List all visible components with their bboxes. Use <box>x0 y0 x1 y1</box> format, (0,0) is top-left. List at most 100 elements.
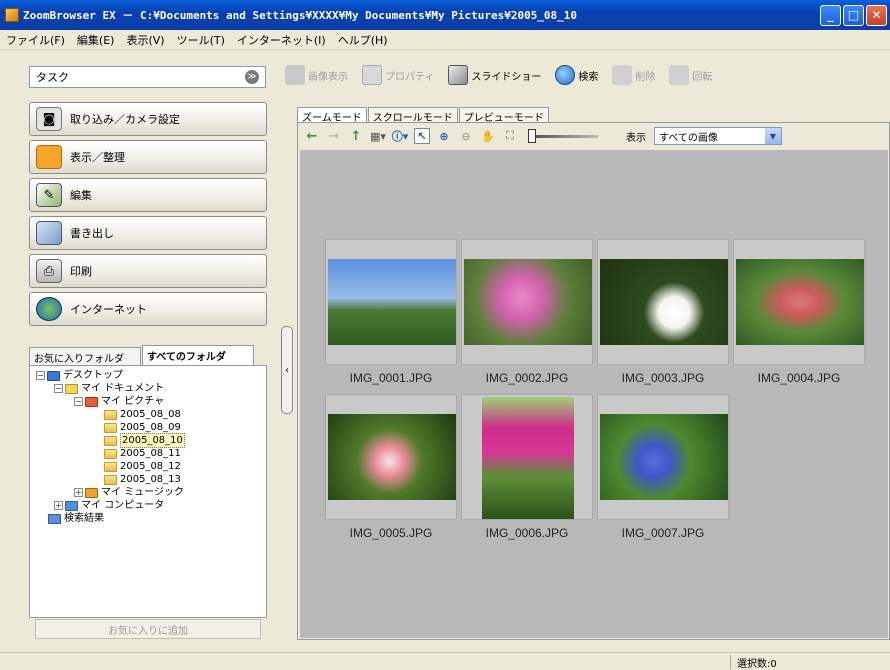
trash-icon <box>612 65 633 85</box>
zoom-slider-thumb[interactable] <box>528 129 536 143</box>
tab-favorite-folders[interactable]: お気に入りフォルダ <box>29 347 141 365</box>
slideshow-label: スライドショー <box>471 71 542 83</box>
hand-tool-icon[interactable]: ✋ <box>480 128 496 144</box>
tree-item-desktop[interactable]: − デスクトップ <box>32 369 264 382</box>
zoom-slider[interactable] <box>528 129 598 143</box>
tree-item-folder[interactable]: 2005_08_11 <box>32 447 264 460</box>
thumbnail-caption: IMG_0007.JPG <box>621 526 705 540</box>
task-print-button[interactable]: ⎙ 印刷 <box>29 254 267 288</box>
task-label: インターネット <box>70 303 147 316</box>
collapse-icon[interactable]: − <box>36 371 45 380</box>
tree-label: 2005_08_11 <box>120 448 181 459</box>
collapse-icon[interactable]: − <box>74 397 83 406</box>
tab-scroll-mode[interactable]: スクロールモード <box>367 107 458 124</box>
delete-button[interactable]: 削除 <box>612 65 655 85</box>
task-internet-button[interactable]: インターネット <box>29 292 267 326</box>
thumbnail-item[interactable]: IMG_0003.JPG <box>597 239 729 385</box>
view-image-icon <box>285 65 305 85</box>
tab-zoom-mode[interactable]: ズームモード <box>297 107 367 124</box>
tree-item-my-pictures[interactable]: − マイ ピクチャ <box>32 395 264 408</box>
music-folder-icon <box>85 487 98 498</box>
menu-help[interactable]: ヘルプ(H) <box>332 32 394 48</box>
minimize-button[interactable]: _ <box>820 4 841 26</box>
select-menu-icon[interactable]: ▦▾ <box>370 128 386 144</box>
rotate-icon <box>669 65 690 85</box>
thumbnail-caption: IMG_0002.JPG <box>485 371 569 385</box>
tree-item-my-documents[interactable]: − マイ ドキュメント <box>32 382 264 395</box>
task-import-button[interactable]: ◙ 取り込み／カメラ設定 <box>29 102 267 136</box>
tree-label: マイ ミュージック <box>101 487 184 498</box>
printer-icon: ⎙ <box>36 259 62 283</box>
tree-item-my-computer[interactable]: + マイ コンピュータ <box>32 499 264 512</box>
properties-button[interactable]: プロパティ <box>362 65 434 85</box>
fit-icon[interactable]: ⛶ <box>502 128 518 144</box>
add-to-favorites-button[interactable]: お気に入りに追加 <box>35 619 261 639</box>
task-label: 印刷 <box>70 265 92 278</box>
menu-internet[interactable]: インターネット(I) <box>231 32 332 48</box>
task-view-organize-button[interactable]: 表示／整理 <box>29 140 267 174</box>
photo-image <box>328 259 456 345</box>
forward-arrow-icon[interactable]: → <box>326 128 342 144</box>
thumbnail-item[interactable]: IMG_0002.JPG <box>461 239 593 385</box>
tree-label: マイ ピクチャ <box>101 396 165 407</box>
status-bar: 選択数:0 <box>0 652 890 670</box>
task-label: 表示／整理 <box>70 151 125 164</box>
search-results-icon <box>48 513 61 524</box>
thumbnail-item[interactable]: IMG_0007.JPG <box>597 394 729 540</box>
tree-item-folder[interactable]: 2005_08_08 <box>32 408 264 421</box>
menu-view[interactable]: 表示(V) <box>120 32 170 48</box>
thumbnail-item[interactable]: IMG_0001.JPG <box>325 239 457 385</box>
thumbnail-item[interactable]: IMG_0006.JPG <box>461 394 593 540</box>
maximize-button[interactable]: □ <box>843 4 864 26</box>
view-toolbar: ← → ↑ ▦▾ ⓘ▾ ↖ ⊕ ⊖ ✋ ⛶ 表示 すべての画像 ▼ <box>298 123 889 149</box>
tab-preview-mode[interactable]: プレビューモード <box>458 107 549 124</box>
tree-label: 検索結果 <box>64 513 104 524</box>
folder-view-icon <box>36 145 62 169</box>
slideshow-button[interactable]: スライドショー <box>448 65 541 85</box>
search-button[interactable]: 検索 <box>555 65 598 85</box>
menu-file[interactable]: ファイル(F) <box>0 32 71 48</box>
pointer-tool-icon[interactable]: ↖ <box>414 128 430 144</box>
zoom-in-icon[interactable]: ⊕ <box>436 128 452 144</box>
panel-collapse-button[interactable]: ‹ <box>281 326 293 414</box>
tree-item-my-music[interactable]: + マイ ミュージック <box>32 486 264 499</box>
show-filter-select[interactable]: すべての画像 ▼ <box>654 127 782 145</box>
collapse-chevron-icon[interactable]: ≫ <box>245 70 259 84</box>
chevron-down-icon[interactable]: ▼ <box>765 128 781 144</box>
thumbnail-item[interactable]: IMG_0005.JPG <box>325 394 457 540</box>
tree-item-folder[interactable]: 2005_08_12 <box>32 460 264 473</box>
collapse-icon[interactable]: − <box>54 384 63 393</box>
view-mode-tabs: ズームモード スクロールモード プレビューモード <box>297 107 550 124</box>
tree-label: マイ コンピュータ <box>81 500 165 511</box>
task-edit-button[interactable]: ✎ 編集 <box>29 178 267 212</box>
task-selector[interactable]: タスク ≫ <box>29 66 266 88</box>
pictures-folder-icon <box>85 396 98 407</box>
menu-tools[interactable]: ツール(T) <box>171 32 231 48</box>
up-folder-icon[interactable]: ↑ <box>348 128 364 144</box>
search-label: 検索 <box>578 71 599 83</box>
open-folder-icon <box>104 435 117 446</box>
edit-icon: ✎ <box>36 183 62 207</box>
tab-all-folders[interactable]: すべてのフォルダ <box>142 345 254 365</box>
info-icon[interactable]: ⓘ▾ <box>392 128 409 144</box>
tree-label: 2005_08_12 <box>120 461 181 472</box>
task-panel: タスク ≫ ◙ 取り込み／カメラ設定 表示／整理 ✎ 編集 書き出し ⎙ 印刷 … <box>0 51 283 647</box>
tree-item-folder-selected[interactable]: 2005_08_10 <box>32 433 264 448</box>
thumbnail-caption: IMG_0004.JPG <box>757 371 841 385</box>
view-image-button[interactable]: 画像表示 <box>283 65 348 85</box>
search-icon <box>555 65 576 85</box>
menu-edit[interactable]: 編集(E) <box>71 32 121 48</box>
view-image-label: 画像表示 <box>308 71 348 83</box>
rotate-button[interactable]: 回転 <box>669 65 712 85</box>
close-button[interactable]: ✕ <box>866 4 887 26</box>
window-title: ZoomBrowser EX － C:¥Documents and Settin… <box>23 9 578 22</box>
expand-icon[interactable]: + <box>74 488 83 497</box>
tree-item-folder[interactable]: 2005_08_13 <box>32 473 264 486</box>
properties-icon <box>362 65 382 85</box>
expand-icon[interactable]: + <box>54 501 63 510</box>
zoom-out-icon[interactable]: ⊖ <box>458 128 474 144</box>
back-arrow-icon[interactable]: ← <box>304 128 320 144</box>
tree-item-search-results[interactable]: 検索結果 <box>32 512 264 525</box>
thumbnail-item[interactable]: IMG_0004.JPG <box>733 239 865 385</box>
task-export-button[interactable]: 書き出し <box>29 216 267 250</box>
